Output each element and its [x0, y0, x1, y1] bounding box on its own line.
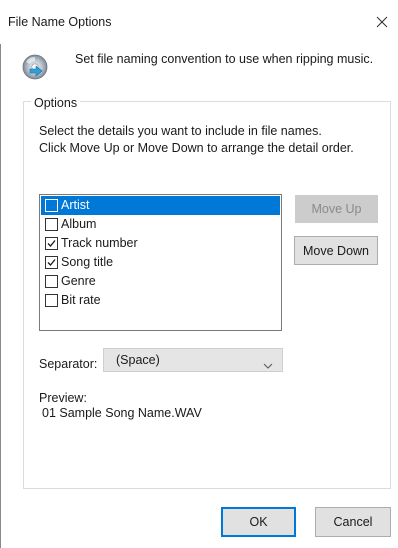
close-icon[interactable]: [372, 12, 392, 32]
instruction-line-1: Select the details you want to include i…: [39, 124, 322, 138]
preview-label: Preview:: [39, 391, 87, 405]
window-title: File Name Options: [8, 15, 112, 29]
separator-label: Separator:: [39, 357, 98, 371]
move-up-button[interactable]: Move Up: [295, 195, 378, 223]
checkbox-track-number[interactable]: [45, 237, 58, 250]
checkmark-icon: [47, 240, 56, 247]
separator-selected-value: (Space): [116, 353, 160, 367]
instruction-line-2: Click Move Up or Move Down to arrange th…: [39, 141, 354, 155]
header-description: Set file naming convention to use when r…: [75, 52, 374, 66]
checkbox-album[interactable]: [45, 218, 58, 231]
details-listbox[interactable]: Artist Album Track number Song title Gen…: [39, 194, 282, 331]
checkbox-bit-rate[interactable]: [45, 294, 58, 307]
list-item-genre[interactable]: Genre: [41, 272, 280, 291]
checkbox-song-title[interactable]: [45, 256, 58, 269]
list-item-label: Genre: [61, 274, 96, 288]
list-item-track-number[interactable]: Track number: [41, 234, 280, 253]
list-item-label: Album: [61, 217, 97, 231]
list-item-label: Artist: [61, 198, 90, 212]
list-item-label: Bit rate: [61, 293, 101, 307]
list-item-bit-rate[interactable]: Bit rate: [41, 291, 280, 310]
cancel-button[interactable]: Cancel: [315, 507, 391, 537]
cd-rip-icon: [22, 54, 48, 80]
list-item-album[interactable]: Album: [41, 215, 280, 234]
checkbox-artist[interactable]: [45, 199, 58, 212]
window-left-border: [0, 0, 1, 548]
list-item-label: Song title: [61, 255, 114, 269]
preview-value: 01 Sample Song Name.WAV: [42, 406, 202, 420]
title-bar[interactable]: File Name Options: [0, 0, 398, 44]
list-item-song-title[interactable]: Song title: [41, 253, 280, 272]
checkmark-icon: [47, 259, 56, 266]
list-item-label: Track number: [61, 236, 138, 250]
separator-select[interactable]: (Space): [103, 348, 283, 372]
chevron-down-icon: [263, 357, 273, 369]
ok-button[interactable]: OK: [221, 507, 296, 537]
list-item-artist[interactable]: Artist: [41, 196, 280, 215]
move-down-button[interactable]: Move Down: [294, 236, 378, 265]
options-group-label: Options: [31, 96, 81, 110]
checkbox-genre[interactable]: [45, 275, 58, 288]
